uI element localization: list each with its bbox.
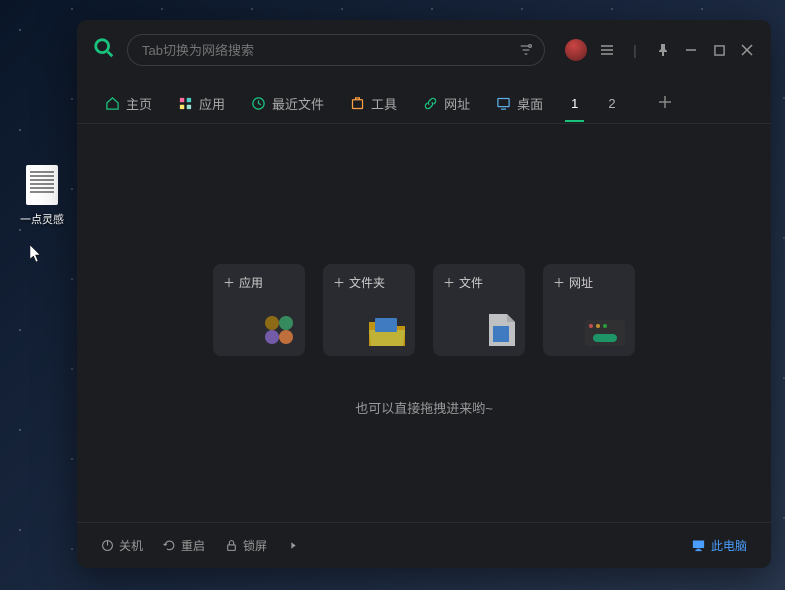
maximize-button[interactable] [711,42,727,58]
desktop-file-icon[interactable]: 一点灵感 [18,165,66,227]
card-label: 文件夹 [349,274,385,291]
titlebar: | [77,20,771,78]
button-label: 此电脑 [711,537,747,554]
shutdown-button[interactable]: 关机 [93,533,151,558]
search-box[interactable] [127,34,545,66]
tab-label: 最近文件 [272,94,324,113]
user-avatar[interactable] [565,39,587,61]
button-label: 锁屏 [243,537,267,554]
drag-hint: 也可以直接拖拽进来哟~ [355,398,493,417]
filter-icon[interactable] [518,42,534,58]
card-label: 应用 [239,274,263,291]
card-label: 文件 [459,274,483,291]
add-app-card[interactable]: ＋应用 [213,264,305,356]
plus-icon: ＋ [553,274,565,291]
tab-label: 工具 [371,94,397,113]
tab-recent[interactable]: 最近文件 [239,86,336,123]
tab-label: 网址 [444,94,470,113]
tab-workspace-2[interactable]: 2 [594,88,629,121]
search-input[interactable] [142,43,510,58]
window-controls: | [565,39,755,61]
content-area: ＋应用 ＋文件夹 ＋文件 ＋网址 [77,124,771,522]
close-button[interactable] [739,42,755,58]
menu-icon[interactable] [599,42,615,58]
tab-apps[interactable]: 应用 [166,86,237,123]
launcher-window: | 主页 应用 最近文件 [77,20,771,568]
tab-desktop[interactable]: 桌面 [484,86,555,123]
add-file-card[interactable]: ＋文件 [433,264,525,356]
button-label: 关机 [119,537,143,554]
lock-button[interactable]: 锁屏 [217,533,275,558]
tab-label: 桌面 [517,94,543,113]
add-url-card[interactable]: ＋网址 [543,264,635,356]
card-label: 网址 [569,274,593,291]
app-logo-icon [93,37,115,64]
desktop-file-label: 一点灵感 [18,211,66,227]
tab-add-button[interactable] [650,87,680,122]
pin-icon[interactable] [655,42,671,58]
this-pc-button[interactable]: 此电脑 [683,533,755,558]
footer: 关机 重启 锁屏 此电脑 [77,522,771,568]
expand-button[interactable] [279,535,308,556]
plus-icon: ＋ [443,274,455,291]
text-file-icon [26,165,58,205]
tab-label: 主页 [126,94,152,113]
button-label: 重启 [181,537,205,554]
apps-icon [213,291,305,356]
plus-icon: ＋ [223,274,235,291]
folder-icon [323,291,415,356]
restart-button[interactable]: 重启 [155,533,213,558]
minimize-button[interactable] [683,42,699,58]
plus-icon: ＋ [333,274,345,291]
tab-urls[interactable]: 网址 [411,86,482,123]
tab-label: 应用 [199,94,225,113]
tab-tools[interactable]: 工具 [338,86,409,123]
mouse-cursor [30,245,44,268]
tab-home[interactable]: 主页 [93,86,164,123]
add-folder-card[interactable]: ＋文件夹 [323,264,415,356]
file-icon [433,291,525,356]
url-icon [543,291,635,356]
tab-bar: 主页 应用 最近文件 工具 网址 桌面 1 2 [77,78,771,124]
divider: | [627,42,643,58]
add-cards: ＋应用 ＋文件夹 ＋文件 ＋网址 [213,264,635,356]
tab-workspace-1[interactable]: 1 [557,88,592,121]
